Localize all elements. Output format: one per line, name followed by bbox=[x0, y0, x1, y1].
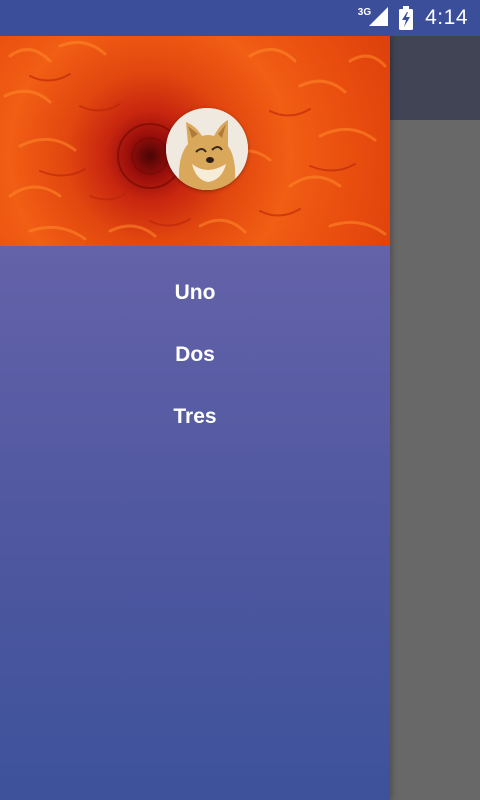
drawer-header-image bbox=[0, 36, 390, 246]
network-type-label: 3G bbox=[357, 6, 372, 18]
dog-avatar-image bbox=[166, 108, 248, 190]
clock: 4:14 bbox=[425, 6, 468, 29]
menu-item-tres[interactable]: Tres bbox=[0, 386, 390, 448]
drawer-menu: Uno Dos Tres bbox=[0, 262, 390, 448]
navigation-drawer: Uno Dos Tres bbox=[0, 36, 390, 800]
menu-item-uno[interactable]: Uno bbox=[0, 262, 390, 324]
battery-charging-icon bbox=[399, 6, 414, 30]
menu-item-dos[interactable]: Dos bbox=[0, 324, 390, 386]
status-bar: 3G 4:14 bbox=[0, 0, 480, 36]
network-indicator: 3G bbox=[358, 5, 389, 32]
profile-avatar[interactable] bbox=[166, 108, 248, 190]
